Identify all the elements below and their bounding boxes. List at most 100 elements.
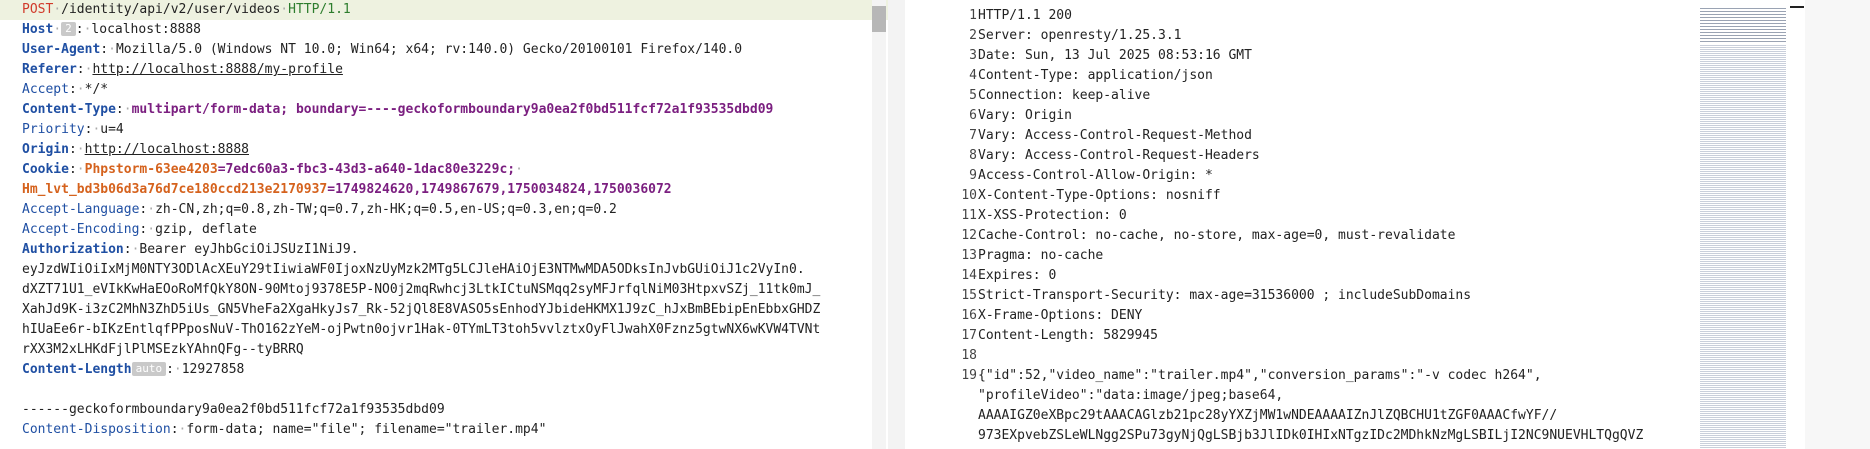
response-line[interactable]: 6 Vary: Origin	[905, 106, 1805, 126]
line-text: {"id":52,"video_name":"trailer.mp4","con…	[978, 368, 1542, 383]
accept-value: */*	[84, 82, 109, 97]
header-content-disposition[interactable]: Content-Disposition:·form-data; name="fi…	[0, 420, 888, 440]
line-text: HTTP/1.1 200	[978, 8, 1072, 23]
response-viewer[interactable]: 1 HTTP/1.1 200 2 Server: openresty/1.25.3.1…	[905, 0, 1805, 449]
origin-link[interactable]: http://localhost:8888	[85, 142, 249, 157]
line-number: 18	[961, 348, 977, 363]
header-accept[interactable]: Accept:·*/*	[0, 80, 888, 100]
line-number: 15	[961, 288, 977, 303]
response-line[interactable]: 17 Content-Length: 5829945	[905, 326, 1805, 346]
line-text: Access-Control-Allow-Origin: *	[978, 168, 1213, 183]
response-line[interactable]: 18	[905, 346, 1805, 366]
response-line[interactable]: 10 X-Content-Type-Options: nosniff	[905, 186, 1805, 206]
accept-language-value: zh-CN,zh;q=0.8,zh-TW;q=0.7,zh-HK;q=0.5,e…	[155, 202, 617, 217]
response-line[interactable]: 5 Connection: keep-alive	[905, 86, 1805, 106]
line-number: 5	[969, 88, 977, 103]
response-line[interactable]: 3 Date: Sun, 13 Jul 2025 08:53:16 GMT	[905, 46, 1805, 66]
line-text: Expires: 0	[978, 268, 1057, 283]
request-path: /identity/api/v2/user/videos	[61, 2, 281, 17]
response-line[interactable]: 16 X-Frame-Options: DENY	[905, 306, 1805, 326]
line-text: Content-Length: 5829945	[978, 328, 1159, 343]
line-text: X-XSS-Protection: 0	[978, 208, 1127, 223]
line-text: Vary: Access-Control-Request-Headers	[978, 148, 1260, 163]
response-line[interactable]: 15 Strict-Transport-Security: max-age=315…	[905, 286, 1805, 306]
pane-divider[interactable]	[888, 0, 905, 449]
line-text: Vary: Access-Control-Request-Method	[978, 128, 1252, 143]
response-line[interactable]: AAAAIGZ0eXBpc29tAAACAGlzb21pc28yYXZjMW1w…	[905, 406, 1805, 426]
line-text: Server: openresty/1.25.3.1	[978, 28, 1182, 43]
request-line[interactable]: POST·/identity/api/v2/user/videos·HTTP/1…	[0, 0, 888, 20]
header-content-type[interactable]: Content-Type:·multipart/form-data; bound…	[0, 100, 888, 120]
header-content-length[interactable]: Content-Length auto:·12927858	[0, 360, 888, 380]
line-number: 3	[969, 48, 977, 63]
authorization-value: Bearer eyJhbGciOiJSUzI1NiJ9.	[139, 242, 359, 257]
request-method: POST	[22, 2, 54, 17]
header-user-agent[interactable]: User-Agent:·Mozilla/5.0 (Windows NT 10.0…	[0, 40, 888, 60]
priority-value: u=4	[100, 122, 124, 137]
cookie-name: Hm_lvt_bd3b06d3a76d7ce180ccd213e2170937	[22, 182, 328, 197]
response-line[interactable]: 2 Server: openresty/1.25.3.1	[905, 26, 1805, 46]
line-text: Pragma: no-cache	[978, 248, 1104, 263]
response-line[interactable]: 12 Cache-Control: no-cache, no-store, max…	[905, 226, 1805, 246]
line-text: Content-Type: application/json	[978, 68, 1213, 83]
response-line[interactable]: 9 Access-Control-Allow-Origin: *	[905, 166, 1805, 186]
line-number: 10	[961, 188, 977, 203]
token-line: rXX3M2xLHKdFjlPlMSEzkYAhnQFg--tyBRRQ	[22, 342, 304, 357]
line-number: 4	[969, 68, 977, 83]
response-line[interactable]: 14 Expires: 0	[905, 266, 1805, 286]
line-number: 12	[961, 228, 977, 243]
line-text: X-Content-Type-Options: nosniff	[978, 188, 1221, 203]
response-scrollbar-thumb[interactable]	[1790, 6, 1804, 8]
line-text: Cache-Control: no-cache, no-store, max-a…	[978, 228, 1456, 243]
response-line[interactable]: 4 Content-Type: application/json	[905, 66, 1805, 86]
header-cookie-continued[interactable]: Hm_lvt_bd3b06d3a76d7ce180ccd213e2170937=…	[0, 180, 888, 200]
line-text: AAAAIGZ0eXBpc29tAAACAGlzb21pc28yYXZjMW1w…	[978, 408, 1558, 423]
referer-link[interactable]: http://localhost:8888/my-profile	[92, 62, 342, 77]
request-editor[interactable]: POST·/identity/api/v2/user/videos·HTTP/1…	[0, 0, 888, 449]
response-scrollbar[interactable]	[1790, 0, 1804, 449]
right-edge-panel	[1805, 0, 1870, 449]
header-authorization[interactable]: Authorization:·Bearer eyJhbGciOiJSUzI1Ni…	[0, 240, 888, 260]
content-length-value: 12927858	[181, 362, 245, 377]
request-scrollbar-thumb[interactable]	[872, 6, 886, 32]
line-number: 2	[969, 28, 977, 43]
response-line[interactable]: 1 HTTP/1.1 200	[905, 6, 1805, 26]
response-line[interactable]: 13 Pragma: no-cache	[905, 246, 1805, 266]
host-value: localhost:8888	[91, 22, 201, 37]
line-number: 14	[961, 268, 977, 283]
response-line[interactable]: 19 {"id":52,"video_name":"trailer.mp4","c…	[905, 366, 1805, 386]
header-accept-language[interactable]: Accept-Language:·zh-CN,zh;q=0.8,zh-TW;q=…	[0, 200, 888, 220]
header-origin[interactable]: Origin:·http://localhost:8888	[0, 140, 888, 160]
line-number: 11	[961, 208, 977, 223]
line-text: "profileVideo":"data:image/jpeg;base64,	[978, 388, 1284, 403]
header-accept-encoding[interactable]: Accept-Encoding:·gzip, deflate	[0, 220, 888, 240]
header-priority[interactable]: Priority:·u=4	[0, 120, 888, 140]
cookie-value: 1749824620,1749867679,1750034824,1750036…	[335, 182, 672, 197]
line-number: 1	[969, 8, 977, 23]
token-line: XahJd9K-i3zC2MhN3ZhD5iUs_GN5VheFa2XgaHky…	[22, 302, 821, 317]
line-text: 973EXpvebZSLeWLNgg2SPu73gyNjQgLSBjb3JlID…	[978, 428, 1644, 443]
response-minimap[interactable]	[1700, 6, 1786, 449]
line-number: 6	[969, 108, 977, 123]
header-host[interactable]: Host· 2:·localhost:8888	[0, 20, 888, 40]
content-length-auto-badge[interactable]: auto	[131, 362, 167, 376]
response-line[interactable]: 11 X-XSS-Protection: 0	[905, 206, 1805, 226]
token-line: eyJzdWIiOiIxMjM0NTY3ODlAcXEuY29tIiwiaWF0…	[22, 262, 805, 277]
response-line[interactable]: 8 Vary: Access-Control-Request-Headers	[905, 146, 1805, 166]
host-count-badge[interactable]: 2	[61, 22, 76, 36]
line-number: 8	[969, 148, 977, 163]
request-scrollbar[interactable]	[872, 0, 886, 449]
line-number: 13	[961, 248, 977, 263]
user-agent-value: Mozilla/5.0 (Windows NT 10.0; Win64; x64…	[115, 42, 743, 57]
content-type-value: multipart/form-data; boundary=----geckof…	[131, 102, 774, 117]
token-line: hIUaEe6r-bIKzEntlqfPPposNuV-ThO162zYeM-o…	[22, 322, 821, 337]
header-cookie[interactable]: Cookie:·Phpstorm-63ee4203=7edc60a3-fbc3-…	[0, 160, 888, 180]
token-line: dXZT71U1_eVIkKwHaEOoRoMfQkY8ON-90Mtoj937…	[22, 282, 821, 297]
header-referer[interactable]: Referer:·http://localhost:8888/my-profil…	[0, 60, 888, 80]
cookie-value: 7edc60a3-fbc3-43d3-a640-1dac80e3229c;	[225, 162, 516, 177]
line-text: X-Frame-Options: DENY	[978, 308, 1143, 323]
response-line[interactable]: "profileVideo":"data:image/jpeg;base64,	[905, 386, 1805, 406]
response-line[interactable]: 973EXpvebZSLeWLNgg2SPu73gyNjQgLSBjb3JlID…	[905, 426, 1805, 446]
response-line[interactable]: 7 Vary: Access-Control-Request-Method	[905, 126, 1805, 146]
